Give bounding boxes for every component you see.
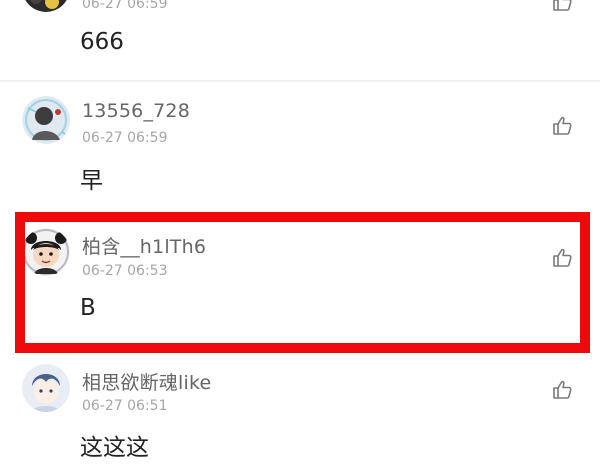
comment-username[interactable]: 相思欲断魂like xyxy=(82,368,211,395)
character-avatar-icon[interactable] xyxy=(22,96,70,144)
highlight-box xyxy=(15,212,590,353)
comment-timestamp: 06-27 06:59 xyxy=(82,0,168,12)
comment-text: 这这这 xyxy=(80,435,149,461)
comment-timestamp: 06-27 06:59 xyxy=(82,130,168,146)
anime-boy-avatar-icon[interactable] xyxy=(22,364,70,412)
comment-timestamp: 06-27 06:51 xyxy=(82,398,168,414)
comment-list-page: 06-27 06:59 666 13556_728 06-27 06:59 早 xyxy=(0,0,600,469)
dark-avatar-icon[interactable] xyxy=(22,0,70,12)
thumbs-up-icon[interactable] xyxy=(550,114,574,138)
thumbs-up-icon[interactable] xyxy=(550,378,574,402)
comment-item[interactable]: 相思欲断魂like 06-27 06:51 这这这 xyxy=(0,350,600,469)
comment-text: 早 xyxy=(80,168,103,194)
thumbs-up-icon[interactable] xyxy=(550,0,574,14)
comment-text: 666 xyxy=(80,29,124,55)
comment-item[interactable]: 06-27 06:59 666 xyxy=(0,0,600,80)
comment-username[interactable]: 13556_728 xyxy=(82,100,190,122)
comment-item[interactable]: 13556_728 06-27 06:59 早 xyxy=(0,82,600,208)
